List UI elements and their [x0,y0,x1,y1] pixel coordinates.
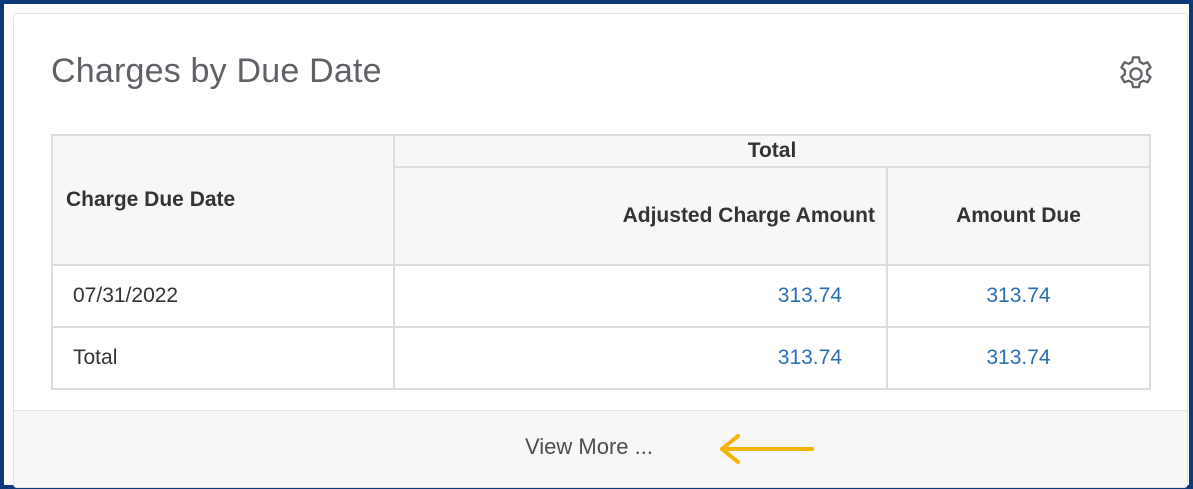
amount-due-total-link[interactable]: 313.74 [986,346,1050,369]
left-arrow-icon [716,433,816,465]
column-header-charge-due-date: Charge Due Date [51,134,395,266]
view-more-link[interactable]: View More ... [525,434,653,460]
row-label: 07/31/2022 [51,264,395,328]
column-header-adjusted-charge-amount: Adjusted Charge Amount [393,166,888,266]
amount-due-link[interactable]: 313.74 [986,284,1050,307]
adjusted-charge-total-link[interactable]: 313.74 [778,346,842,369]
adjusted-charge-cell: 313.74 [393,326,888,390]
table-row-total: Total 313.74 313.74 [51,326,1151,390]
charges-card: Charges by Due Date Charge Due Date Tota… [13,13,1188,488]
charges-table: Charge Due Date Total Adjusted Charge Am… [51,134,1151,390]
adjusted-charge-link[interactable]: 313.74 [778,284,842,307]
gear-icon[interactable] [1115,53,1157,95]
column-header-amount-due: Amount Due [886,166,1151,266]
row-label: Total [51,326,395,390]
table-row: 07/31/2022 313.74 313.74 [51,264,1151,328]
card-title: Charges by Due Date [51,52,382,90]
adjusted-charge-cell: 313.74 [393,264,888,328]
column-group-header-total: Total [393,134,1151,168]
screenshot-frame: Charges by Due Date Charge Due Date Tota… [0,0,1193,489]
amount-due-cell: 313.74 [886,326,1151,390]
amount-due-cell: 313.74 [886,264,1151,328]
card-footer: View More ... [14,410,1187,487]
